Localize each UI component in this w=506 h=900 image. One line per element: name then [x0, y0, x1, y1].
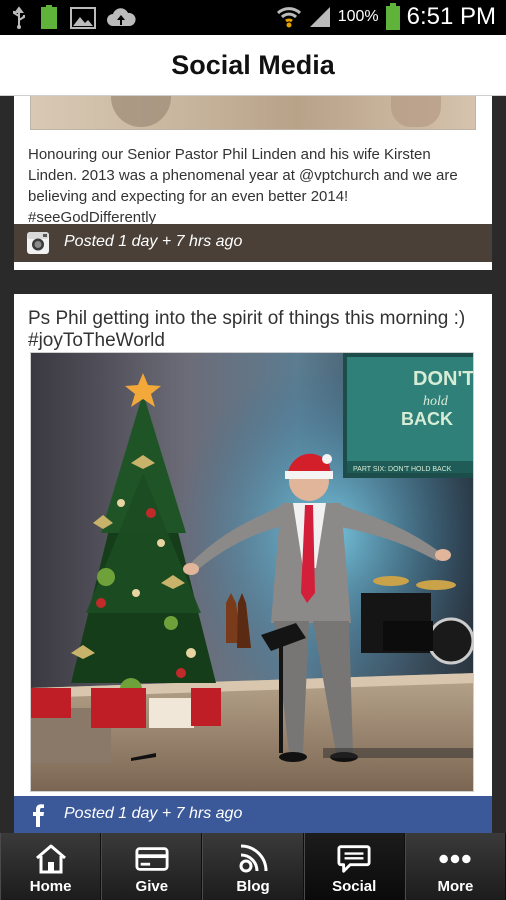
image-icon: [70, 7, 96, 29]
post-card[interactable]: Honouring our Senior Pastor Phil Linden …: [14, 96, 492, 270]
signal-icon: [309, 7, 330, 27]
screen-caption: PART SIX: DON'T HOLD BACK: [353, 466, 452, 473]
screen-text: DON'T: [413, 368, 474, 390]
battery-icon: [385, 3, 400, 30]
home-icon: [35, 844, 66, 874]
chat-bubble-icon: [337, 845, 371, 873]
bottom-tab-bar: Home Give Blog Social More: [0, 833, 506, 900]
facebook-icon: [33, 804, 44, 827]
post-meta-bar: Posted 1 day + 7 hrs ago: [14, 224, 492, 262]
wifi-icon: [276, 7, 301, 28]
post-card[interactable]: Ps Phil getting into the spirit of thing…: [14, 294, 492, 833]
cloud-upload-icon: [107, 8, 136, 26]
post-caption: Honouring our Senior Pastor Phil Linden …: [28, 146, 458, 226]
status-left-icons: [10, 5, 136, 31]
clock: 6:51 PM: [406, 3, 496, 30]
battery-full-icon: [41, 5, 57, 29]
page-title: Social Media: [171, 49, 335, 80]
post-photo[interactable]: DON'T hold BACK PART SIX: DON'T HOLD BAC…: [30, 352, 474, 792]
status-right: 100% 6:51 PM: [276, 3, 496, 31]
credit-card-icon: [135, 847, 169, 871]
tab-give[interactable]: Give: [101, 833, 203, 900]
post-caption: Ps Phil getting into the spirit of thing…: [28, 308, 466, 351]
post-timestamp: Posted 1 day + 7 hrs ago: [64, 805, 243, 822]
rss-icon: [239, 844, 268, 873]
tab-label: More: [437, 878, 474, 895]
social-feed[interactable]: Honouring our Senior Pastor Phil Linden …: [0, 96, 506, 833]
instagram-icon: [27, 232, 49, 254]
status-bar: 100% 6:51 PM: [0, 0, 506, 35]
tab-label: Give: [135, 878, 169, 895]
usb-icon: [13, 6, 25, 29]
photo-stage-scene: DON'T hold BACK PART SIX: DON'T HOLD BAC…: [31, 353, 474, 791]
tab-more[interactable]: More: [404, 833, 506, 900]
title-bar: Social Media: [0, 35, 506, 96]
tab-label: Blog: [236, 878, 270, 895]
tab-social[interactable]: Social: [303, 833, 405, 900]
tab-home[interactable]: Home: [0, 833, 102, 900]
tab-label: Social: [332, 878, 377, 895]
post-photo[interactable]: [30, 96, 476, 130]
screen-text: BACK: [401, 409, 453, 429]
post-meta-bar: Posted 1 day + 7 hrs ago: [14, 796, 492, 833]
tab-blog[interactable]: Blog: [202, 833, 304, 900]
more-dots-icon: [439, 854, 471, 864]
battery-percent: 100%: [337, 8, 379, 25]
post-timestamp: Posted 1 day + 7 hrs ago: [64, 233, 243, 250]
tab-label: Home: [29, 878, 72, 895]
screen-text: hold: [423, 394, 449, 409]
